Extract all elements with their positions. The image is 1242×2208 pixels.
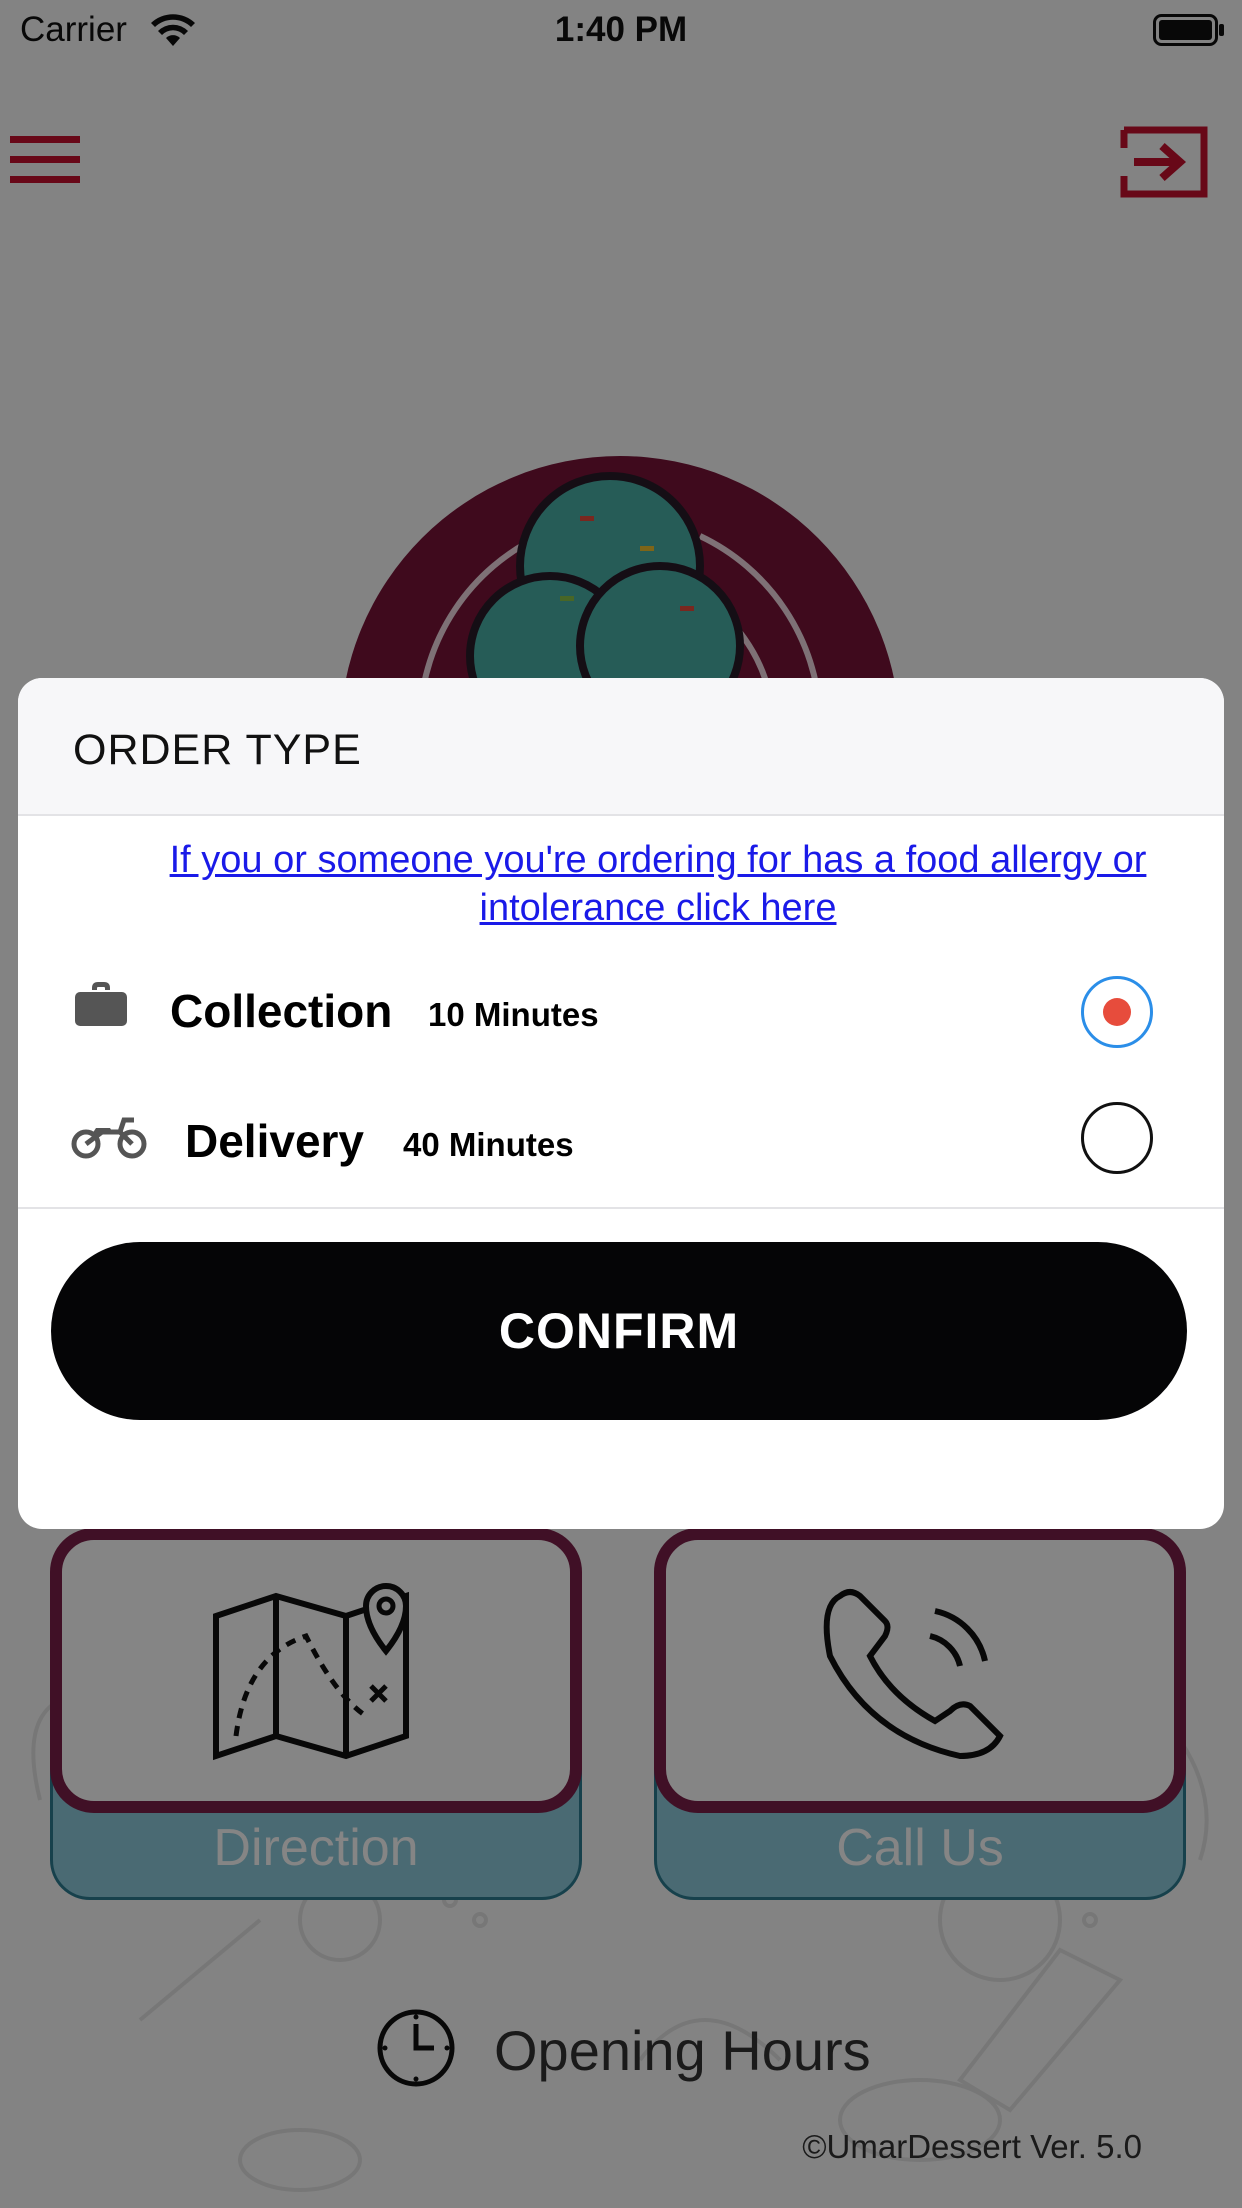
delivery-radio[interactable] xyxy=(1081,1102,1153,1174)
radio-selected-dot xyxy=(1103,998,1131,1026)
modal-divider xyxy=(18,1207,1224,1209)
collection-label: Collection xyxy=(170,985,393,1037)
modal-title: ORDER TYPE xyxy=(73,726,362,774)
delivery-time: 40 Minutes xyxy=(403,1126,574,1163)
modal-header: ORDER TYPE xyxy=(18,678,1224,816)
delivery-option[interactable]: Delivery 40 Minutes xyxy=(18,1090,1224,1200)
delivery-label: Delivery xyxy=(185,1115,365,1167)
food-allergy-link[interactable]: If you or someone you're ordering for ha… xyxy=(108,836,1208,932)
confirm-button[interactable]: CONFIRM xyxy=(51,1242,1187,1420)
app-screen: Carrier 1:40 PM Direction Call Us Openin… xyxy=(0,0,1242,2208)
motorbike-icon xyxy=(71,1117,147,1159)
collection-time: 10 Minutes xyxy=(428,996,599,1033)
order-type-modal: ORDER TYPE If you or someone you're orde… xyxy=(18,678,1224,1529)
collection-option[interactable]: Collection 10 Minutes xyxy=(18,960,1224,1070)
briefcase-icon xyxy=(75,982,127,1026)
collection-radio[interactable] xyxy=(1081,976,1153,1048)
